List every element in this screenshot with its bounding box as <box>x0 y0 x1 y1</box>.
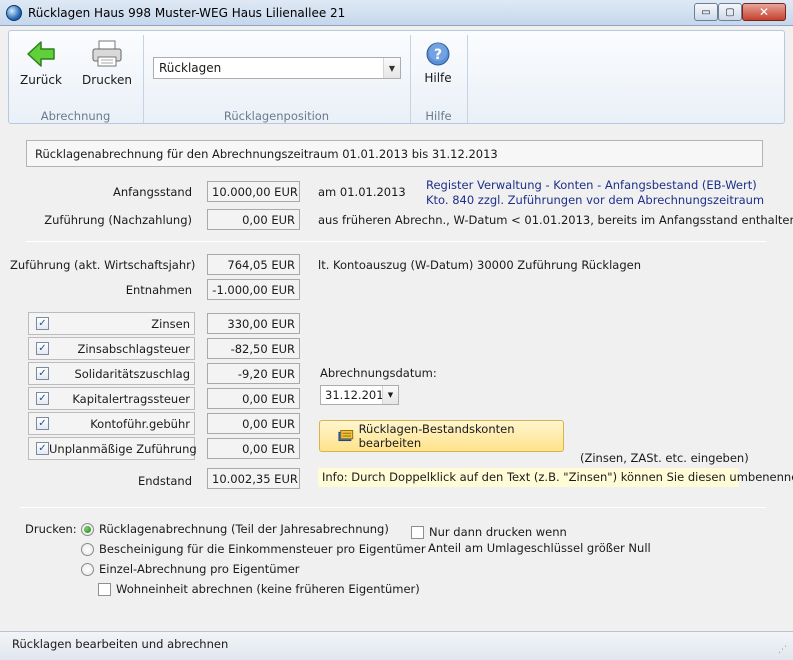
position-dropdown[interactable]: Rücklagen ▼ <box>153 57 401 79</box>
zufuehrung-nachzahlung-note: aus früheren Abrechn., W-Datum < 01.01.2… <box>318 213 793 227</box>
register-note-line1: Register Verwaltung - Konten - Anfangsbe… <box>426 178 757 192</box>
zufuehrung-nachzahlung-value: 0,00 EUR <box>207 209 300 230</box>
period-heading: Rücklagenabrechnung für den Abrechnungsz… <box>26 140 763 167</box>
check-label: Zinsen <box>151 316 190 331</box>
abrechnungsdatum-label: Abrechnungsdatum: <box>320 366 437 380</box>
check-row-zinsabschlagsteuer[interactable]: ✓ Zinsabschlagsteuer <box>28 337 195 360</box>
group-label-position: Rücklagenposition <box>223 109 330 123</box>
checkbox-wohneinheit[interactable]: ✓ Wohneinheit abrechnen (keine früheren … <box>98 582 420 596</box>
ribbon-separator <box>467 35 468 123</box>
printer-icon <box>92 40 122 67</box>
check-label: Zinsabschlagsteuer <box>77 341 190 356</box>
close-icon: ✕ <box>758 5 770 19</box>
radio-label: Rücklagenabrechnung (Teil der Jahresabre… <box>99 522 389 536</box>
zufuehrung-aktuell-note: lt. Kontoauszug (W-Datum) 30000 Zuführun… <box>318 258 641 272</box>
checkbox[interactable]: ✓ <box>36 392 49 405</box>
zufuehrung-aktuell-label: Zuführung (akt. Wirtschaftsjahr) <box>10 258 196 272</box>
checkbox-label: Nur dann drucken wenn <box>429 525 567 539</box>
status-text: Rücklagen bearbeiten und abrechnen <box>12 637 229 651</box>
unplanmaessige-zufuehrung-value: 0,00 EUR <box>207 438 300 459</box>
checkbox-label: Wohneinheit abrechnen (keine früheren Ei… <box>116 582 420 596</box>
radio-ruecklagenabrechnung[interactable]: Rücklagenabrechnung (Teil der Jahresabre… <box>81 522 389 536</box>
check-row-kontofuehrungsgebuehr[interactable]: ✓ Kontoführ.gebühr <box>28 412 195 435</box>
position-dropdown-value: Rücklagen <box>159 61 222 75</box>
radio-label: Bescheinigung für die Einkommensteuer pr… <box>99 542 426 556</box>
maximize-icon: ▢ <box>725 6 735 18</box>
register-note-line2: Kto. 840 zzgl. Zuführungen vor dem Abrec… <box>426 193 765 207</box>
anfangsstand-value: 10.000,00 EUR <box>207 181 300 202</box>
minimize-icon: ▭ <box>701 6 711 18</box>
kontofuehrungsgebuehr-value: 0,00 EUR <box>207 413 300 434</box>
print-label: Drucken <box>82 73 132 87</box>
close-button[interactable]: ✕ <box>742 3 786 21</box>
minimize-button[interactable]: ▭ <box>694 3 718 21</box>
checkbox[interactable]: ✓ <box>36 442 49 455</box>
radio-label: Einzel-Abrechnung pro Eigentümer <box>99 562 300 576</box>
app-icon <box>6 5 22 21</box>
radio-button[interactable] <box>81 522 94 536</box>
help-icon: ? <box>426 42 450 66</box>
checkbox[interactable]: ✓ <box>36 417 49 430</box>
edit-hint: (Zinsen, ZASt. etc. eingeben) <box>580 451 749 465</box>
book-edit-icon <box>338 430 354 442</box>
checkbox-nur-dann-drucken[interactable]: ✓ Nur dann drucken wenn <box>411 525 567 539</box>
checkbox[interactable]: ✓ <box>36 367 49 380</box>
resize-grip-icon[interactable]: ⋰ <box>778 645 790 657</box>
back-arrow-icon <box>27 41 55 67</box>
zinsen-value: 330,00 EUR <box>207 313 300 334</box>
check-row-zinsen[interactable]: ✓ Zinsen <box>28 312 195 335</box>
radio-button[interactable] <box>81 542 94 556</box>
check-label: Kontoführ.gebühr <box>90 416 190 431</box>
svg-text:?: ? <box>434 47 442 63</box>
solidaritaetszuschlag-value: -9,20 EUR <box>207 363 300 384</box>
checkbox[interactable]: ✓ <box>98 582 111 596</box>
help-button[interactable]: ? Hilfe <box>418 41 458 85</box>
bestandskonten-bearbeiten-label: Rücklagen-Bestandskonten bearbeiten <box>358 422 515 450</box>
status-bar: Rücklagen bearbeiten und abrechnen ⋰ <box>0 631 793 660</box>
print-button[interactable]: Drucken <box>81 39 133 87</box>
chevron-down-icon[interactable]: ▼ <box>382 386 398 404</box>
window-title: Rücklagen Haus 998 Muster-WEG Haus Lilie… <box>28 6 346 20</box>
kapitalertragssteuer-value: 0,00 EUR <box>207 388 300 409</box>
check-label: Solidaritätszuschlag <box>74 366 190 381</box>
chevron-down-icon[interactable]: ▼ <box>383 58 400 78</box>
checkbox[interactable]: ✓ <box>36 317 49 330</box>
zufuehrung-aktuell-value: 764,05 EUR <box>207 254 300 275</box>
abrechnungsdatum-picker[interactable]: 31.12.2013 ▼ <box>320 385 399 405</box>
anfangsstand-note: am 01.01.2013 <box>318 185 406 199</box>
check-row-kapitalertragssteuer[interactable]: ✓ Kapitalertragssteuer <box>28 387 195 410</box>
endstand-value: 10.002,35 EUR <box>207 468 300 489</box>
info-text: Info: Durch Doppelklick auf den Text (z.… <box>318 468 793 487</box>
drucken-label: Drucken: <box>25 522 77 536</box>
checkbox[interactable]: ✓ <box>36 342 49 355</box>
maximize-button[interactable]: ▢ <box>718 3 742 21</box>
entnahmen-value: -1.000,00 EUR <box>207 279 300 300</box>
zufuehrung-nachzahlung-label: Zuführung (Nachzahlung) <box>44 213 192 227</box>
endstand-label: Endstand <box>138 474 192 488</box>
radio-bescheinigung[interactable]: Bescheinigung für die Einkommensteuer pr… <box>81 542 426 556</box>
check-label: Unplanmäßige Zuführung <box>49 441 197 456</box>
zinsabschlagsteuer-value: -82,50 EUR <box>207 338 300 359</box>
separator <box>26 241 766 242</box>
title-bar[interactable]: Rücklagen Haus 998 Muster-WEG Haus Lilie… <box>0 0 793 26</box>
check-row-unplanmaessige-zufuehrung[interactable]: ✓ Unplanmäßige Zuführung <box>28 437 197 460</box>
check-label: Kapitalertragssteuer <box>72 391 190 406</box>
entnahmen-label: Entnahmen <box>125 283 192 297</box>
anfangsstand-label: Anfangsstand <box>113 185 192 199</box>
radio-button[interactable] <box>81 562 94 576</box>
group-label-abrechnung: Abrechnung <box>40 109 111 123</box>
check-row-solidaritaetszuschlag[interactable]: ✓ Solidaritätszuschlag <box>28 362 195 385</box>
separator <box>20 507 766 508</box>
checkbox[interactable]: ✓ <box>411 525 424 539</box>
bestandskonten-bearbeiten-button[interactable]: Rücklagen-Bestandskonten bearbeiten <box>319 420 564 452</box>
abrechnungsdatum-value: 31.12.2013 <box>325 388 391 402</box>
help-label: Hilfe <box>424 71 452 85</box>
radio-einzel-abrechnung[interactable]: Einzel-Abrechnung pro Eigentümer <box>81 562 300 576</box>
nur-dann-drucken-label-line2: Anteil am Umlageschlüssel größer Null <box>428 541 651 555</box>
group-label-help: Hilfe <box>425 109 452 123</box>
back-button[interactable]: Zurück <box>20 39 62 87</box>
back-label: Zurück <box>20 73 62 87</box>
